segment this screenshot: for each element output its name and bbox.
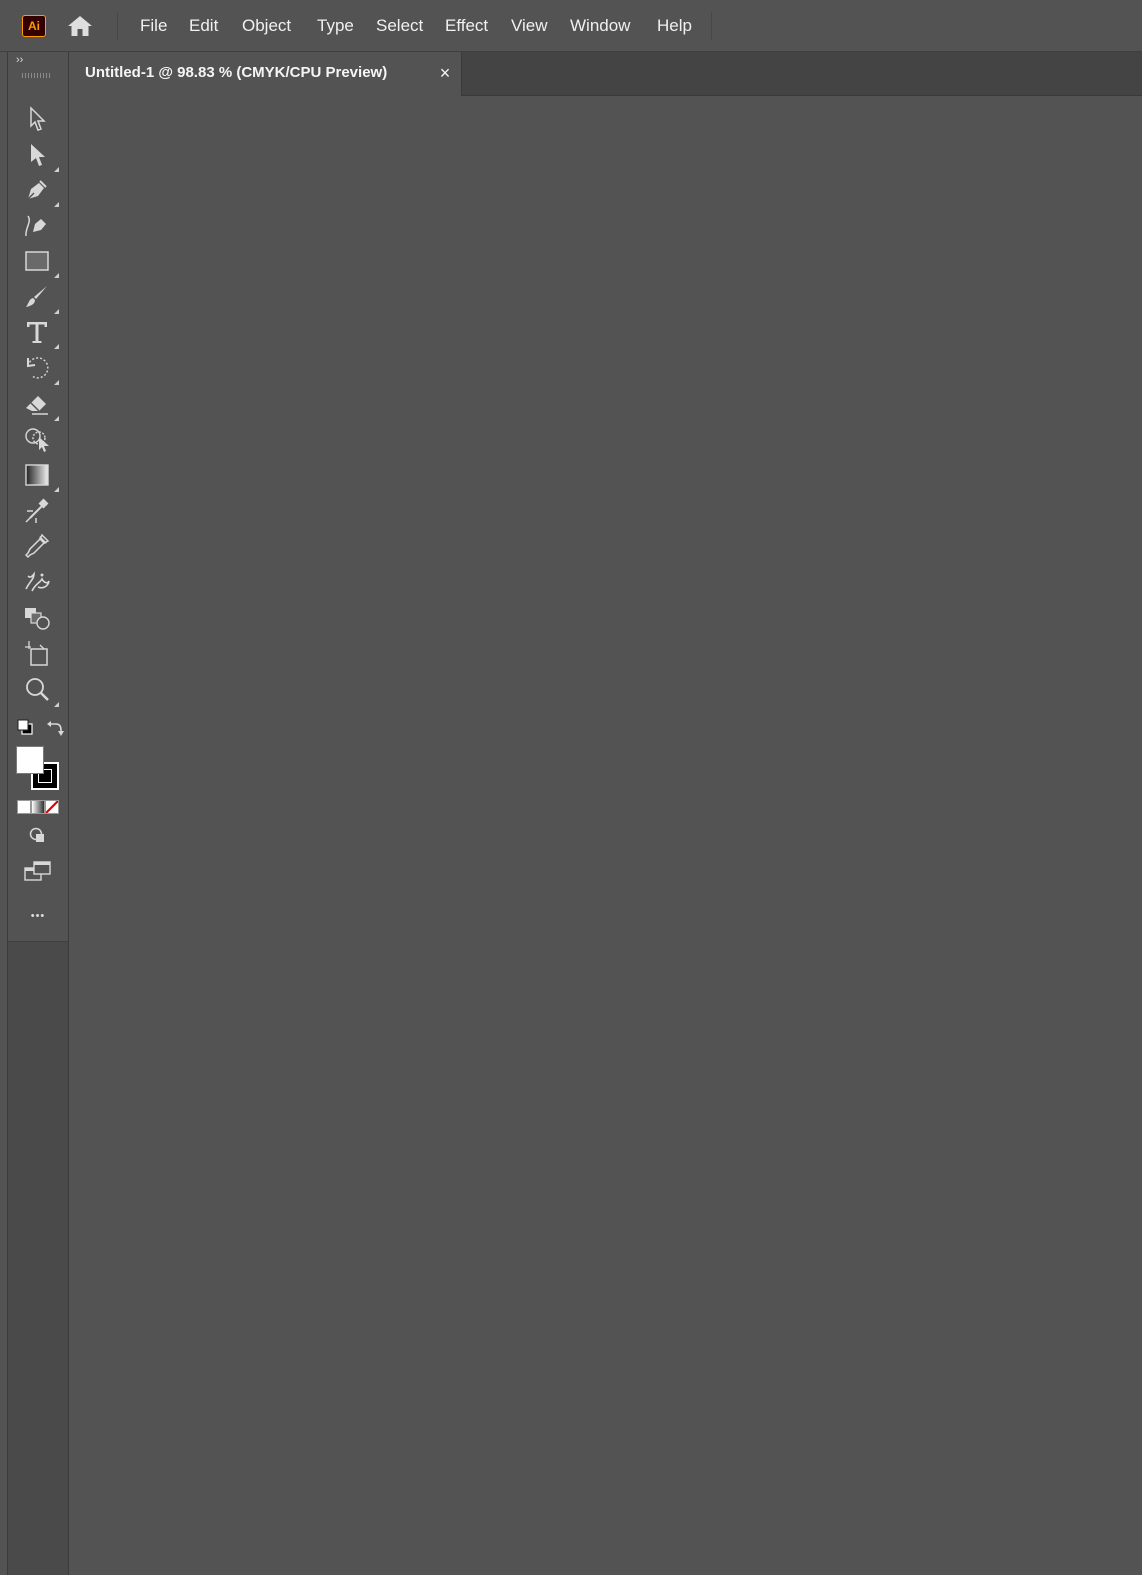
close-icon[interactable]: × [435,62,455,84]
document-tab-strip: Untitled-1 @ 98.83 % (CMYK/CPU Preview) … [69,52,1142,96]
menu-object[interactable]: Object [242,16,291,36]
collapse-panel-button[interactable]: ›› [16,54,23,66]
menu-file[interactable]: File [140,16,167,36]
rotate-tool-icon [27,357,49,379]
menu-effect[interactable]: Effect [445,16,488,36]
menu-help[interactable]: Help [657,16,692,36]
more-tools-indicator [54,702,59,707]
draw-mode-button[interactable] [28,826,48,846]
none-mode-button[interactable] [45,800,59,814]
symbol-sprayer-tool[interactable] [22,567,52,597]
swap-arrow-icon [47,721,64,736]
color-mode-button[interactable] [17,800,31,814]
eyedropper-tool-icon [24,533,50,559]
rectangle-tool[interactable] [22,246,59,278]
more-tools-indicator [54,344,59,349]
direct-selection-tool-icon [31,144,45,166]
draw-mode-icon [29,827,44,842]
shape-builder-tool[interactable] [22,424,52,454]
paintbrush-tool-icon [26,286,47,307]
swap-fill-stroke-button[interactable] [46,719,64,737]
default-colors-icon [17,719,33,735]
blend-tool[interactable] [22,495,52,525]
tools-panel: ›› ••• [8,52,68,942]
default-fill-stroke-button[interactable] [16,718,34,736]
gradient-mode-button[interactable] [31,800,45,814]
type-tool[interactable] [22,317,59,349]
gradient-tool-icon [25,464,49,486]
artboard-tool-icon [25,641,48,666]
shape-builder-tool-icon [25,428,49,452]
canvas-area[interactable] [69,96,1142,1575]
curvature-tool-icon [25,215,46,237]
document-tab-title: Untitled-1 @ 98.83 % (CMYK/CPU Preview) [85,64,388,81]
more-tools-indicator [54,202,59,207]
gradient-tool[interactable] [22,460,59,492]
app-logo: Ai [22,15,46,37]
more-tools-indicator [54,416,59,421]
menu-separator [117,12,118,40]
artboard-tool[interactable] [22,639,52,669]
more-tools-indicator [54,167,59,172]
more-tools-indicator [54,380,59,385]
eyedropper-tool[interactable] [22,531,52,561]
screen-mode-button[interactable] [23,858,53,884]
menu-view[interactable]: View [511,16,548,36]
panel-grip[interactable] [22,73,50,78]
document-tab[interactable]: Untitled-1 @ 98.83 % (CMYK/CPU Preview) … [69,52,462,96]
edit-toolbar-button[interactable]: ••• [8,910,68,922]
blend-tool-icon [25,498,49,523]
pen-tool-icon [27,180,47,200]
eraser-tool[interactable] [22,389,59,421]
live-paint-tool-icon [25,608,50,630]
symbol-sprayer-tool-icon [25,571,50,592]
more-tools-indicator [54,273,59,278]
screen-mode-icon [24,861,51,881]
type-tool-icon [27,322,47,343]
color-mode-buttons [16,800,60,814]
paintbrush-tool[interactable] [22,282,59,314]
eraser-tool-icon [26,396,48,415]
pen-tool[interactable] [22,175,59,207]
home-button[interactable] [66,14,94,38]
more-tools-indicator [54,309,59,314]
menu-separator [711,12,712,40]
rotate-tool[interactable] [22,353,59,385]
menu-window[interactable]: Window [570,16,630,36]
menu-edit[interactable]: Edit [189,16,218,36]
live-paint-tool[interactable] [22,603,52,633]
none-slash-icon [46,801,58,813]
menu-bar: Ai File Edit Object Type Select Effect V… [0,0,1142,52]
zoom-tool-icon [26,678,49,701]
menu-type[interactable]: Type [317,16,354,36]
zoom-tool[interactable] [22,675,59,707]
selection-tool-icon [30,106,46,131]
selection-tool[interactable] [22,104,52,134]
menu-select[interactable]: Select [376,16,423,36]
curvature-tool[interactable] [22,210,52,240]
fill-swatch[interactable] [16,746,44,774]
more-tools-indicator [54,487,59,492]
rectangle-tool-icon [25,251,49,271]
direct-selection-tool[interactable] [22,140,59,172]
home-icon [68,16,92,36]
